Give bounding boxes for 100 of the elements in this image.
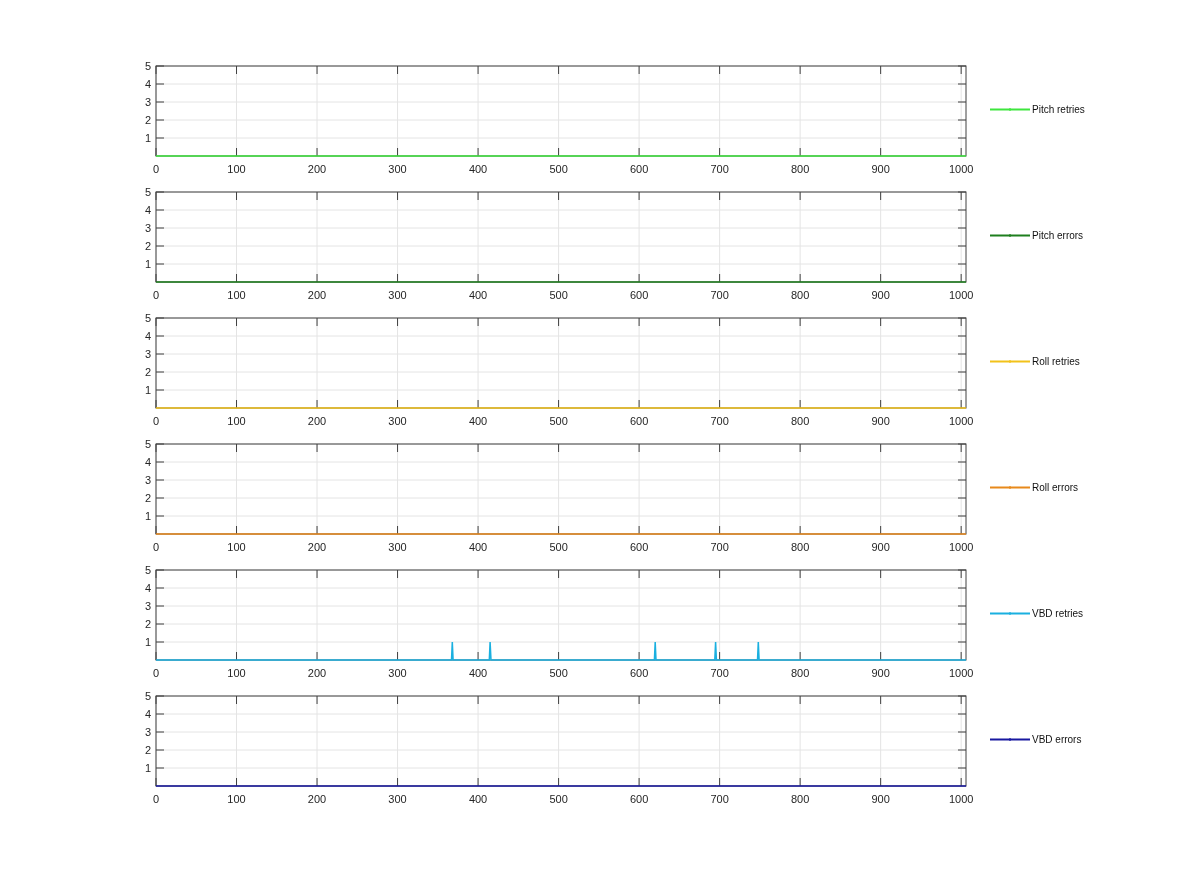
x-tick-label: 100 bbox=[227, 793, 246, 805]
y-tick-label: 2 bbox=[144, 240, 151, 252]
legend-label: VBD retries bbox=[1032, 608, 1084, 619]
x-tick-label: 900 bbox=[871, 415, 890, 427]
x-tick-label: 200 bbox=[307, 163, 327, 175]
x-tick-label: 600 bbox=[629, 163, 649, 175]
x-tick-label: 700 bbox=[710, 793, 729, 805]
y-tick-label: 3 bbox=[144, 348, 151, 360]
y-tick-label: 5 bbox=[144, 312, 151, 324]
y-tick-label: 1 bbox=[144, 510, 151, 522]
x-tick-label: 700 bbox=[710, 667, 729, 679]
y-tick-label: 5 bbox=[144, 690, 151, 702]
x-tick-label: 300 bbox=[388, 415, 407, 427]
x-tick-label: 900 bbox=[871, 289, 890, 301]
x-tick-label: 400 bbox=[468, 289, 488, 301]
x-tick-label: 400 bbox=[468, 793, 488, 805]
x-tick-label: 800 bbox=[790, 667, 810, 679]
x-tick-label: 700 bbox=[710, 289, 729, 301]
x-tick-label: 0 bbox=[152, 541, 160, 553]
x-tick-label: 900 bbox=[871, 793, 890, 805]
y-tick-label: 5 bbox=[144, 186, 151, 198]
x-tick-label: 100 bbox=[227, 667, 246, 679]
y-tick-label: 2 bbox=[144, 492, 151, 504]
x-tick-label: 400 bbox=[468, 541, 488, 553]
legend-line-icon bbox=[990, 737, 1030, 742]
legend-line-icon bbox=[990, 233, 1030, 238]
x-tick-label: 1000 bbox=[948, 541, 974, 553]
x-tick-label: 1000 bbox=[948, 163, 974, 175]
y-tick-label: 4 bbox=[144, 204, 151, 216]
y-tick-label: 4 bbox=[144, 708, 151, 720]
x-tick-label: 700 bbox=[710, 163, 729, 175]
x-tick-label: 500 bbox=[549, 289, 568, 301]
x-tick-label: 800 bbox=[790, 541, 810, 553]
x-tick-label: 0 bbox=[152, 415, 160, 427]
x-tick-label: 800 bbox=[790, 289, 810, 301]
x-tick-label: 200 bbox=[307, 541, 327, 553]
y-tick-label: 3 bbox=[144, 474, 151, 486]
legend-label: Pitch errors bbox=[1032, 230, 1084, 241]
y-tick-label: 2 bbox=[144, 114, 151, 126]
x-tick-label: 100 bbox=[227, 163, 246, 175]
x-tick-label: 600 bbox=[629, 793, 649, 805]
x-tick-label: 700 bbox=[710, 415, 729, 427]
y-tick-label: 3 bbox=[144, 222, 151, 234]
x-tick-label: 300 bbox=[388, 667, 407, 679]
y-tick-label: 5 bbox=[144, 60, 151, 72]
y-tick-label: 4 bbox=[144, 456, 151, 468]
y-tick-label: 2 bbox=[144, 618, 151, 630]
legend-line-icon bbox=[990, 611, 1030, 616]
y-tick-label: 3 bbox=[144, 600, 151, 612]
x-tick-label: 500 bbox=[549, 163, 568, 175]
y-tick-label: 2 bbox=[144, 366, 151, 378]
x-tick-label: 200 bbox=[307, 793, 327, 805]
x-tick-label: 800 bbox=[790, 415, 810, 427]
legend-label: Roll retries bbox=[1032, 356, 1080, 367]
x-tick-label: 1000 bbox=[948, 667, 974, 679]
x-tick-label: 400 bbox=[468, 415, 488, 427]
x-tick-label: 1000 bbox=[948, 793, 974, 805]
x-tick-label: 400 bbox=[468, 667, 488, 679]
y-tick-label: 1 bbox=[144, 636, 151, 648]
x-tick-label: 900 bbox=[871, 667, 890, 679]
y-tick-label: 1 bbox=[144, 132, 151, 144]
x-tick-label: 600 bbox=[629, 541, 649, 553]
x-tick-label: 300 bbox=[388, 289, 407, 301]
x-tick-label: 0 bbox=[152, 163, 160, 175]
y-tick-label: 4 bbox=[144, 78, 151, 90]
y-tick-label: 1 bbox=[144, 384, 151, 396]
y-tick-label: 2 bbox=[144, 744, 151, 756]
x-tick-label: 100 bbox=[227, 415, 246, 427]
x-tick-label: 0 bbox=[152, 289, 160, 301]
x-tick-label: 200 bbox=[307, 667, 327, 679]
x-tick-label: 600 bbox=[629, 667, 649, 679]
legend-line-icon bbox=[990, 485, 1030, 490]
legend-line-icon bbox=[990, 359, 1030, 364]
x-tick-label: 800 bbox=[790, 793, 810, 805]
x-tick-label: 1000 bbox=[948, 289, 974, 301]
y-tick-label: 1 bbox=[144, 762, 151, 774]
x-tick-label: 300 bbox=[388, 163, 407, 175]
x-tick-label: 500 bbox=[549, 541, 568, 553]
y-tick-label: 3 bbox=[144, 726, 151, 738]
x-tick-label: 100 bbox=[227, 289, 246, 301]
x-tick-label: 0 bbox=[152, 667, 160, 679]
legend-label: Pitch retries bbox=[1032, 104, 1085, 115]
x-tick-label: 100 bbox=[227, 541, 246, 553]
y-tick-label: 4 bbox=[144, 330, 151, 342]
x-tick-label: 200 bbox=[307, 415, 327, 427]
legend-label: Roll errors bbox=[1032, 482, 1079, 493]
y-tick-label: 5 bbox=[144, 438, 151, 450]
x-tick-label: 600 bbox=[629, 415, 649, 427]
y-tick-label: 5 bbox=[144, 564, 151, 576]
x-tick-label: 800 bbox=[790, 163, 810, 175]
x-tick-label: 600 bbox=[629, 289, 649, 301]
x-tick-label: 900 bbox=[871, 163, 890, 175]
x-tick-label: 300 bbox=[388, 793, 407, 805]
x-tick-label: 0 bbox=[152, 793, 160, 805]
x-tick-label: 700 bbox=[710, 541, 729, 553]
x-tick-label: 200 bbox=[307, 289, 327, 301]
x-tick-label: 400 bbox=[468, 163, 488, 175]
x-tick-label: 500 bbox=[549, 793, 568, 805]
x-tick-label: 300 bbox=[388, 541, 407, 553]
x-tick-label: 500 bbox=[549, 415, 568, 427]
